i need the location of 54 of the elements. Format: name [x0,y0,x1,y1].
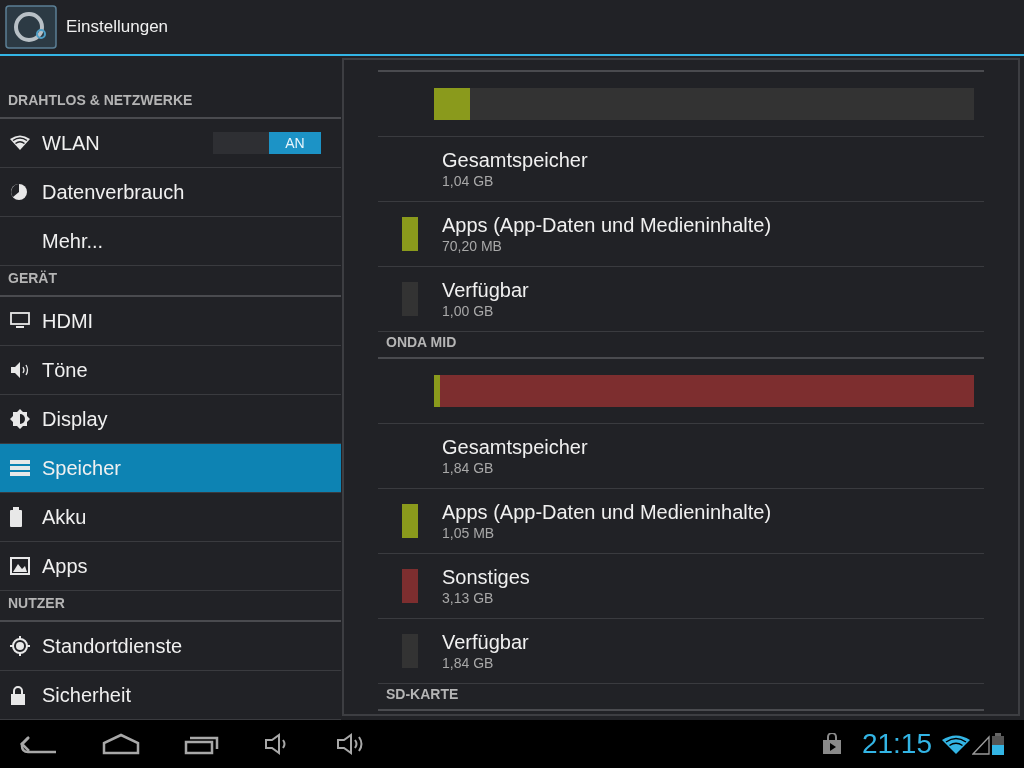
sidebar-item[interactable]: Akku [0,493,341,542]
storage-value: 1,84 GB [442,654,495,672]
speaker-icon [10,361,30,379]
storage-icon [10,460,30,476]
storage-label: Verfügbar [442,278,529,302]
storage-label: Gesamtspeicher [442,435,588,459]
storage-value: 1,05 MB [442,524,496,542]
home-icon[interactable] [102,733,140,755]
storage-row[interactable]: Verfügbar 1,84 GB [378,619,984,684]
section-header: DRAHTLOS & NETZWERKE [8,91,193,110]
storage-value: 3,13 GB [442,589,495,607]
sidebar-item[interactable]: Datenverbrauch [0,168,341,217]
settings-app-icon[interactable] [4,4,58,50]
picture-icon [10,557,30,575]
wifi-icon [10,135,30,151]
app-title: Einstellungen [66,16,169,39]
cell-signal-icon [972,735,990,755]
section-header: ONDA MID [386,333,457,352]
sidebar-item[interactable]: Mehr... [0,217,341,266]
storage-label: Verfügbar [442,630,529,654]
section-header: SD-KARTE [386,685,459,704]
sidebar-item[interactable]: HDMI [0,297,341,346]
sidebar-item[interactable]: WLAN AN [0,119,341,168]
monitor-icon [10,312,30,330]
storage-value: 1,84 GB [442,459,495,477]
storage-row[interactable]: Gesamtspeicher 1,84 GB [378,424,984,489]
wifi-signal-icon [942,735,970,755]
storage-value: 1,00 GB [442,302,495,320]
storage-row[interactable]: Sonstiges 3,13 GB [378,554,984,619]
battery-status-icon [992,733,1004,755]
brightness-icon [10,409,30,429]
sidebar-item[interactable]: Töne [0,346,341,395]
section-header: NUTZER [8,594,65,613]
storage-value: 1,04 GB [442,172,495,190]
storage-row[interactable]: Verfügbar 1,00 GB [378,267,984,332]
storage-label: Apps (App-Daten und Medieninhalte) [442,213,772,237]
lock-icon [10,685,26,705]
clock: 21:15 [861,727,932,761]
back-icon[interactable] [20,733,58,755]
store-bag-icon[interactable] [821,733,842,755]
storage-label: Apps (App-Daten und Medieninhalte) [442,500,772,524]
battery-icon [10,507,22,527]
storage-row[interactable]: Apps (App-Daten und Medieninhalte) 70,20 MB [378,202,984,267]
section-header: GERÄT [8,269,57,288]
sidebar-item[interactable]: Standortdienste [0,622,341,671]
sidebar-item[interactable]: Apps [0,542,341,591]
storage-value: 70,20 MB [442,237,503,255]
sidebar-item[interactable]: Speicher [0,444,341,493]
pie-chart-icon [10,183,28,201]
storage-row[interactable]: Apps (App-Daten und Medieninhalte) 1,05 MB [378,489,984,554]
storage-row[interactable]: Gesamtspeicher 1,04 GB [378,137,984,202]
storage-label: Sonstiges [442,565,530,589]
location-icon [10,636,30,656]
storage-label: Gesamtspeicher [442,148,588,172]
